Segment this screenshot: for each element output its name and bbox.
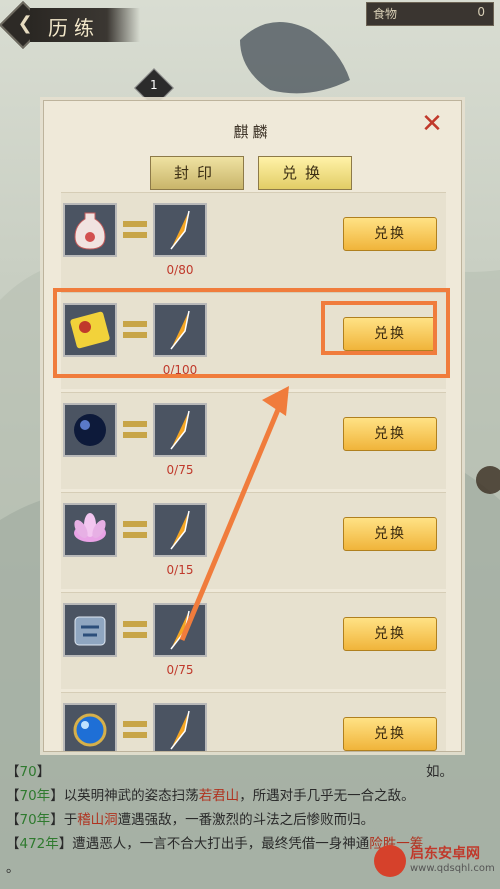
watermark-name: 启东安卓网 xyxy=(410,846,480,862)
log-place: 稽山洞 xyxy=(77,812,118,828)
watermark: 启东安卓网 www.qdsqhl.com xyxy=(374,839,495,883)
watermark-logo-icon xyxy=(374,845,406,877)
watermark-url: www.qdsqhl.com xyxy=(410,863,495,874)
annotation-arrow xyxy=(179,386,289,641)
log-line: 【70】 如。 xyxy=(6,764,453,780)
log-line: 【70年】于稽山洞遭遇强敌，一番激烈的斗法之后惨败而归。 xyxy=(6,812,375,828)
log-line: 【472年】遭遇恶人，一言不合大打出手，最终凭借一身神通险胜一筹 xyxy=(6,836,424,852)
log-place: 若君山 xyxy=(198,788,240,804)
log-year: 70 xyxy=(19,764,37,780)
log-line: 【70年】以英明神武的姿态扫荡若君山，所遇对手几乎无一合之敌。 xyxy=(6,788,415,804)
log-year: 70年 xyxy=(19,788,51,804)
log-year: 70年 xyxy=(19,812,51,828)
log-line: 。 xyxy=(6,860,20,876)
log-year: 472年 xyxy=(19,836,59,852)
